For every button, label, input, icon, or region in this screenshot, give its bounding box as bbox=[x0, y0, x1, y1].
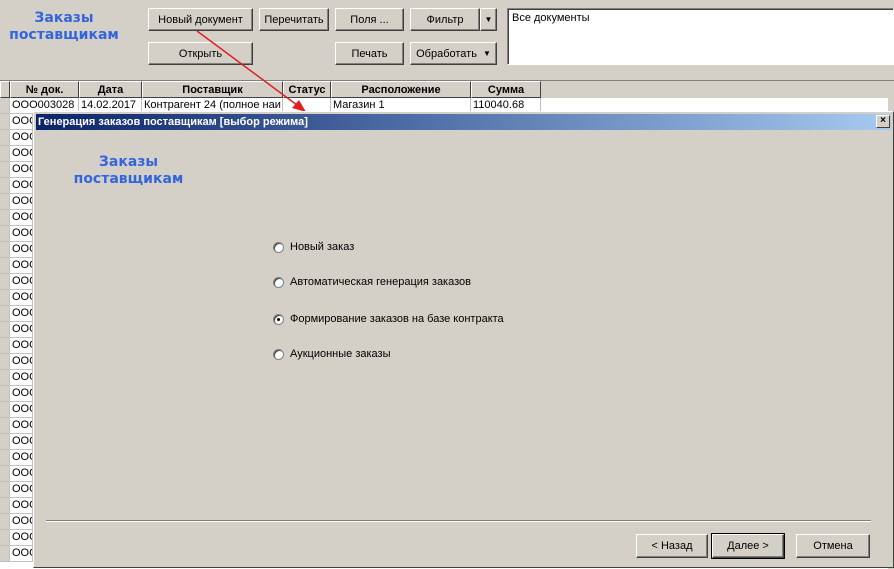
mode-selection-dialog: Генерация заказов поставщикам [выбор реж… bbox=[33, 111, 894, 568]
option-auction-label: Аукционные заказы bbox=[290, 348, 391, 360]
option-auto-generation[interactable]: Автоматическая генерация заказов bbox=[273, 276, 471, 288]
option-contract-based[interactable]: Формирование заказов на базе контракта bbox=[273, 313, 504, 325]
radio-new-order[interactable] bbox=[273, 241, 284, 253]
close-button[interactable]: × bbox=[876, 115, 890, 128]
close-icon: × bbox=[880, 115, 886, 126]
option-contract-based-label: Формирование заказов на базе контракта bbox=[290, 313, 504, 325]
dialog-caption-text: Генерация заказов поставщикам [выбор реж… bbox=[38, 116, 308, 128]
option-new-order-label: Новый заказ bbox=[290, 241, 355, 253]
dialog-separator bbox=[46, 520, 871, 522]
option-auction[interactable]: Аукционные заказы bbox=[273, 348, 390, 360]
next-button[interactable]: Далее > bbox=[711, 533, 785, 559]
dialog-logo: Заказы поставщикам bbox=[73, 154, 184, 187]
arrow-line bbox=[196, 30, 302, 109]
dialog-caption[interactable]: Генерация заказов поставщикам [выбор реж… bbox=[36, 114, 891, 130]
radio-contract-based[interactable] bbox=[273, 313, 284, 325]
cancel-button[interactable]: Отмена bbox=[796, 534, 870, 558]
option-auto-generation-label: Автоматическая генерация заказов bbox=[290, 276, 471, 288]
radio-auction[interactable] bbox=[273, 348, 284, 360]
radio-auto-generation[interactable] bbox=[273, 276, 284, 288]
back-button[interactable]: < Назад bbox=[636, 534, 708, 558]
option-new-order[interactable]: Новый заказ bbox=[273, 241, 354, 253]
